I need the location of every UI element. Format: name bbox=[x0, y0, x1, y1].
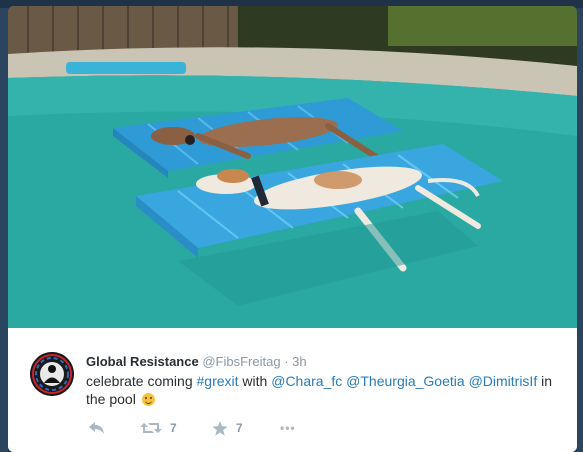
reply-icon bbox=[89, 422, 104, 434]
tweet-text: celebrate coming #grexit with @Chara_fc … bbox=[86, 372, 556, 408]
more-icon: ••• bbox=[280, 421, 296, 435]
tweet-text-start: celebrate coming bbox=[86, 373, 197, 389]
star-icon bbox=[212, 420, 228, 436]
tweet-header: Global Resistance @FibsFreitag · 3h bbox=[86, 354, 307, 369]
hashtag-link[interactable]: #grexit bbox=[197, 373, 239, 389]
mention-link[interactable]: @Theurgia_Goetia bbox=[346, 373, 465, 389]
tweet-photo[interactable] bbox=[8, 6, 577, 328]
retweet-icon bbox=[140, 423, 162, 433]
mention-link[interactable]: @Chara_fc bbox=[271, 373, 342, 389]
user-handle[interactable]: @FibsFreitag bbox=[202, 354, 280, 369]
tweet-media-modal: Global Resistance @FibsFreitag · 3h cele… bbox=[8, 6, 577, 452]
display-name[interactable]: Global Resistance bbox=[86, 354, 199, 369]
backdrop-right bbox=[577, 8, 583, 452]
favorite-count: 7 bbox=[236, 421, 243, 435]
retweet-button[interactable]: 7 bbox=[140, 418, 177, 438]
retweet-count: 7 bbox=[170, 421, 177, 435]
backdrop-left bbox=[0, 8, 8, 452]
mention-link[interactable]: @DimitrisIf bbox=[469, 373, 538, 389]
smile-emoji-icon bbox=[141, 393, 155, 406]
timestamp[interactable]: 3h bbox=[292, 354, 306, 369]
separator: · bbox=[284, 354, 289, 369]
tweet-text-mid: with bbox=[238, 373, 272, 389]
more-button[interactable]: ••• bbox=[280, 418, 296, 438]
avatar[interactable] bbox=[30, 352, 74, 396]
favorite-button[interactable]: 7 bbox=[212, 418, 243, 438]
pool-dogs-photo bbox=[8, 6, 577, 328]
avatar-image bbox=[30, 352, 74, 396]
tweet: Global Resistance @FibsFreitag · 3h cele… bbox=[8, 328, 577, 452]
reply-button[interactable] bbox=[88, 418, 106, 438]
